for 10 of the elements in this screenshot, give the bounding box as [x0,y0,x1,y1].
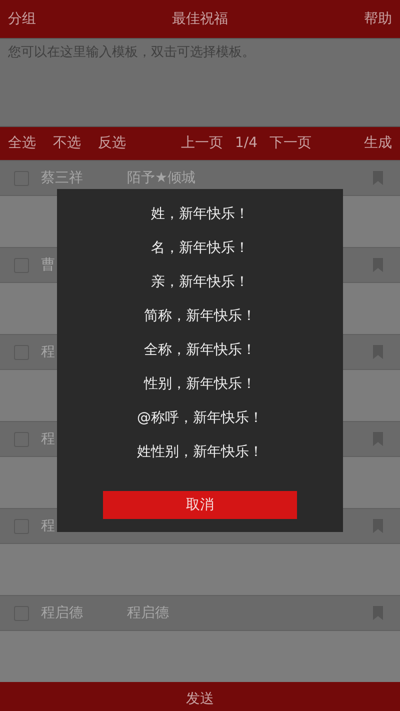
contact-nickname: 陌予★倾城 [127,168,196,188]
contact-name: 蔡三祥 [41,168,84,188]
contact-name: 曹 [41,256,56,274]
contact-name: 程启德 [41,604,84,622]
contact-name: 程 [41,342,56,362]
contact-name: 程 [41,430,56,448]
contact-nickname: 程启德 [127,604,169,622]
contact-name: 程 [41,516,56,536]
screen-title: 最佳祝福 [172,10,228,28]
page-indicator: 1/4 [235,134,258,153]
